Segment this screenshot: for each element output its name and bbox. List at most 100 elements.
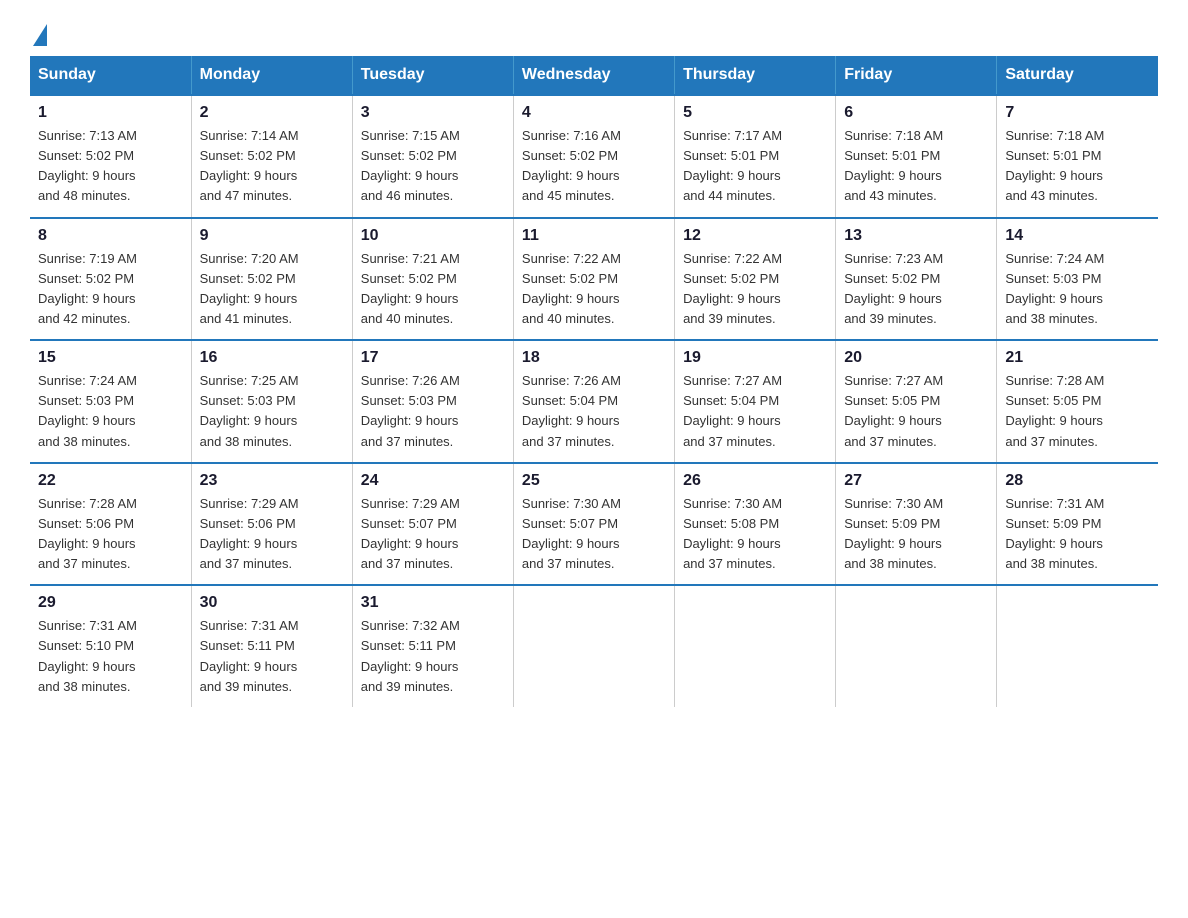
day-info: Sunrise: 7:17 AM Sunset: 5:01 PM Dayligh… bbox=[683, 126, 827, 207]
calendar-day-header: Monday bbox=[191, 56, 352, 95]
day-number: 14 bbox=[1005, 227, 1150, 245]
calendar-day-cell: 27 Sunrise: 7:30 AM Sunset: 5:09 PM Dayl… bbox=[836, 463, 997, 586]
day-number: 23 bbox=[200, 472, 344, 490]
calendar-day-cell: 9 Sunrise: 7:20 AM Sunset: 5:02 PM Dayli… bbox=[191, 218, 352, 341]
day-number: 31 bbox=[361, 594, 505, 612]
calendar-day-cell: 7 Sunrise: 7:18 AM Sunset: 5:01 PM Dayli… bbox=[997, 95, 1158, 218]
day-info: Sunrise: 7:21 AM Sunset: 5:02 PM Dayligh… bbox=[361, 249, 505, 330]
day-number: 25 bbox=[522, 472, 666, 490]
day-number: 8 bbox=[38, 227, 183, 245]
calendar-week-row: 29 Sunrise: 7:31 AM Sunset: 5:10 PM Dayl… bbox=[30, 585, 1158, 707]
logo bbox=[30, 20, 47, 38]
day-info: Sunrise: 7:15 AM Sunset: 5:02 PM Dayligh… bbox=[361, 126, 505, 207]
calendar-day-cell: 6 Sunrise: 7:18 AM Sunset: 5:01 PM Dayli… bbox=[836, 95, 997, 218]
day-number: 17 bbox=[361, 349, 505, 367]
calendar-day-cell: 19 Sunrise: 7:27 AM Sunset: 5:04 PM Dayl… bbox=[675, 340, 836, 463]
day-info: Sunrise: 7:24 AM Sunset: 5:03 PM Dayligh… bbox=[38, 371, 183, 452]
calendar-day-header: Saturday bbox=[997, 56, 1158, 95]
calendar-header-row: SundayMondayTuesdayWednesdayThursdayFrid… bbox=[30, 56, 1158, 95]
day-info: Sunrise: 7:29 AM Sunset: 5:06 PM Dayligh… bbox=[200, 494, 344, 575]
calendar-day-cell: 8 Sunrise: 7:19 AM Sunset: 5:02 PM Dayli… bbox=[30, 218, 191, 341]
calendar-day-header: Tuesday bbox=[352, 56, 513, 95]
day-info: Sunrise: 7:18 AM Sunset: 5:01 PM Dayligh… bbox=[1005, 126, 1150, 207]
calendar-day-cell: 22 Sunrise: 7:28 AM Sunset: 5:06 PM Dayl… bbox=[30, 463, 191, 586]
day-number: 1 bbox=[38, 104, 183, 122]
calendar-day-cell bbox=[836, 585, 997, 707]
day-info: Sunrise: 7:25 AM Sunset: 5:03 PM Dayligh… bbox=[200, 371, 344, 452]
day-number: 18 bbox=[522, 349, 666, 367]
day-info: Sunrise: 7:18 AM Sunset: 5:01 PM Dayligh… bbox=[844, 126, 988, 207]
day-number: 20 bbox=[844, 349, 988, 367]
day-info: Sunrise: 7:26 AM Sunset: 5:04 PM Dayligh… bbox=[522, 371, 666, 452]
calendar-day-cell: 28 Sunrise: 7:31 AM Sunset: 5:09 PM Dayl… bbox=[997, 463, 1158, 586]
day-number: 16 bbox=[200, 349, 344, 367]
day-info: Sunrise: 7:32 AM Sunset: 5:11 PM Dayligh… bbox=[361, 616, 505, 697]
day-info: Sunrise: 7:30 AM Sunset: 5:08 PM Dayligh… bbox=[683, 494, 827, 575]
day-number: 9 bbox=[200, 227, 344, 245]
calendar-day-cell: 2 Sunrise: 7:14 AM Sunset: 5:02 PM Dayli… bbox=[191, 95, 352, 218]
day-number: 28 bbox=[1005, 472, 1150, 490]
calendar-day-cell: 30 Sunrise: 7:31 AM Sunset: 5:11 PM Dayl… bbox=[191, 585, 352, 707]
day-number: 7 bbox=[1005, 104, 1150, 122]
day-info: Sunrise: 7:23 AM Sunset: 5:02 PM Dayligh… bbox=[844, 249, 988, 330]
day-info: Sunrise: 7:28 AM Sunset: 5:05 PM Dayligh… bbox=[1005, 371, 1150, 452]
calendar-day-cell bbox=[513, 585, 674, 707]
day-info: Sunrise: 7:16 AM Sunset: 5:02 PM Dayligh… bbox=[522, 126, 666, 207]
calendar-day-cell: 16 Sunrise: 7:25 AM Sunset: 5:03 PM Dayl… bbox=[191, 340, 352, 463]
calendar-day-cell: 23 Sunrise: 7:29 AM Sunset: 5:06 PM Dayl… bbox=[191, 463, 352, 586]
day-number: 26 bbox=[683, 472, 827, 490]
calendar-week-row: 8 Sunrise: 7:19 AM Sunset: 5:02 PM Dayli… bbox=[30, 218, 1158, 341]
calendar-day-cell: 18 Sunrise: 7:26 AM Sunset: 5:04 PM Dayl… bbox=[513, 340, 674, 463]
calendar-day-cell: 11 Sunrise: 7:22 AM Sunset: 5:02 PM Dayl… bbox=[513, 218, 674, 341]
day-info: Sunrise: 7:20 AM Sunset: 5:02 PM Dayligh… bbox=[200, 249, 344, 330]
calendar-day-cell: 31 Sunrise: 7:32 AM Sunset: 5:11 PM Dayl… bbox=[352, 585, 513, 707]
day-info: Sunrise: 7:22 AM Sunset: 5:02 PM Dayligh… bbox=[683, 249, 827, 330]
day-number: 30 bbox=[200, 594, 344, 612]
day-number: 10 bbox=[361, 227, 505, 245]
day-info: Sunrise: 7:22 AM Sunset: 5:02 PM Dayligh… bbox=[522, 249, 666, 330]
calendar-day-header: Thursday bbox=[675, 56, 836, 95]
day-number: 11 bbox=[522, 227, 666, 245]
day-number: 6 bbox=[844, 104, 988, 122]
calendar-day-cell bbox=[675, 585, 836, 707]
day-info: Sunrise: 7:19 AM Sunset: 5:02 PM Dayligh… bbox=[38, 249, 183, 330]
day-info: Sunrise: 7:29 AM Sunset: 5:07 PM Dayligh… bbox=[361, 494, 505, 575]
logo-triangle-icon bbox=[33, 24, 47, 46]
day-number: 24 bbox=[361, 472, 505, 490]
calendar-day-cell: 1 Sunrise: 7:13 AM Sunset: 5:02 PM Dayli… bbox=[30, 95, 191, 218]
day-info: Sunrise: 7:26 AM Sunset: 5:03 PM Dayligh… bbox=[361, 371, 505, 452]
page-header bbox=[30, 20, 1158, 38]
calendar-week-row: 15 Sunrise: 7:24 AM Sunset: 5:03 PM Dayl… bbox=[30, 340, 1158, 463]
day-number: 2 bbox=[200, 104, 344, 122]
calendar-week-row: 22 Sunrise: 7:28 AM Sunset: 5:06 PM Dayl… bbox=[30, 463, 1158, 586]
calendar-day-cell: 5 Sunrise: 7:17 AM Sunset: 5:01 PM Dayli… bbox=[675, 95, 836, 218]
day-info: Sunrise: 7:30 AM Sunset: 5:07 PM Dayligh… bbox=[522, 494, 666, 575]
day-number: 21 bbox=[1005, 349, 1150, 367]
calendar-day-cell: 26 Sunrise: 7:30 AM Sunset: 5:08 PM Dayl… bbox=[675, 463, 836, 586]
day-info: Sunrise: 7:28 AM Sunset: 5:06 PM Dayligh… bbox=[38, 494, 183, 575]
day-info: Sunrise: 7:31 AM Sunset: 5:11 PM Dayligh… bbox=[200, 616, 344, 697]
calendar-day-cell: 13 Sunrise: 7:23 AM Sunset: 5:02 PM Dayl… bbox=[836, 218, 997, 341]
day-info: Sunrise: 7:13 AM Sunset: 5:02 PM Dayligh… bbox=[38, 126, 183, 207]
day-info: Sunrise: 7:24 AM Sunset: 5:03 PM Dayligh… bbox=[1005, 249, 1150, 330]
day-number: 12 bbox=[683, 227, 827, 245]
calendar-day-cell: 17 Sunrise: 7:26 AM Sunset: 5:03 PM Dayl… bbox=[352, 340, 513, 463]
calendar-day-cell: 21 Sunrise: 7:28 AM Sunset: 5:05 PM Dayl… bbox=[997, 340, 1158, 463]
day-number: 13 bbox=[844, 227, 988, 245]
day-number: 27 bbox=[844, 472, 988, 490]
calendar-day-cell: 10 Sunrise: 7:21 AM Sunset: 5:02 PM Dayl… bbox=[352, 218, 513, 341]
day-number: 29 bbox=[38, 594, 183, 612]
calendar-day-cell: 29 Sunrise: 7:31 AM Sunset: 5:10 PM Dayl… bbox=[30, 585, 191, 707]
calendar-table: SundayMondayTuesdayWednesdayThursdayFrid… bbox=[30, 56, 1158, 707]
calendar-day-cell: 15 Sunrise: 7:24 AM Sunset: 5:03 PM Dayl… bbox=[30, 340, 191, 463]
day-number: 4 bbox=[522, 104, 666, 122]
day-info: Sunrise: 7:14 AM Sunset: 5:02 PM Dayligh… bbox=[200, 126, 344, 207]
day-info: Sunrise: 7:27 AM Sunset: 5:05 PM Dayligh… bbox=[844, 371, 988, 452]
calendar-day-cell: 20 Sunrise: 7:27 AM Sunset: 5:05 PM Dayl… bbox=[836, 340, 997, 463]
calendar-day-header: Friday bbox=[836, 56, 997, 95]
day-number: 3 bbox=[361, 104, 505, 122]
calendar-day-cell bbox=[997, 585, 1158, 707]
day-info: Sunrise: 7:30 AM Sunset: 5:09 PM Dayligh… bbox=[844, 494, 988, 575]
calendar-day-header: Sunday bbox=[30, 56, 191, 95]
calendar-day-header: Wednesday bbox=[513, 56, 674, 95]
